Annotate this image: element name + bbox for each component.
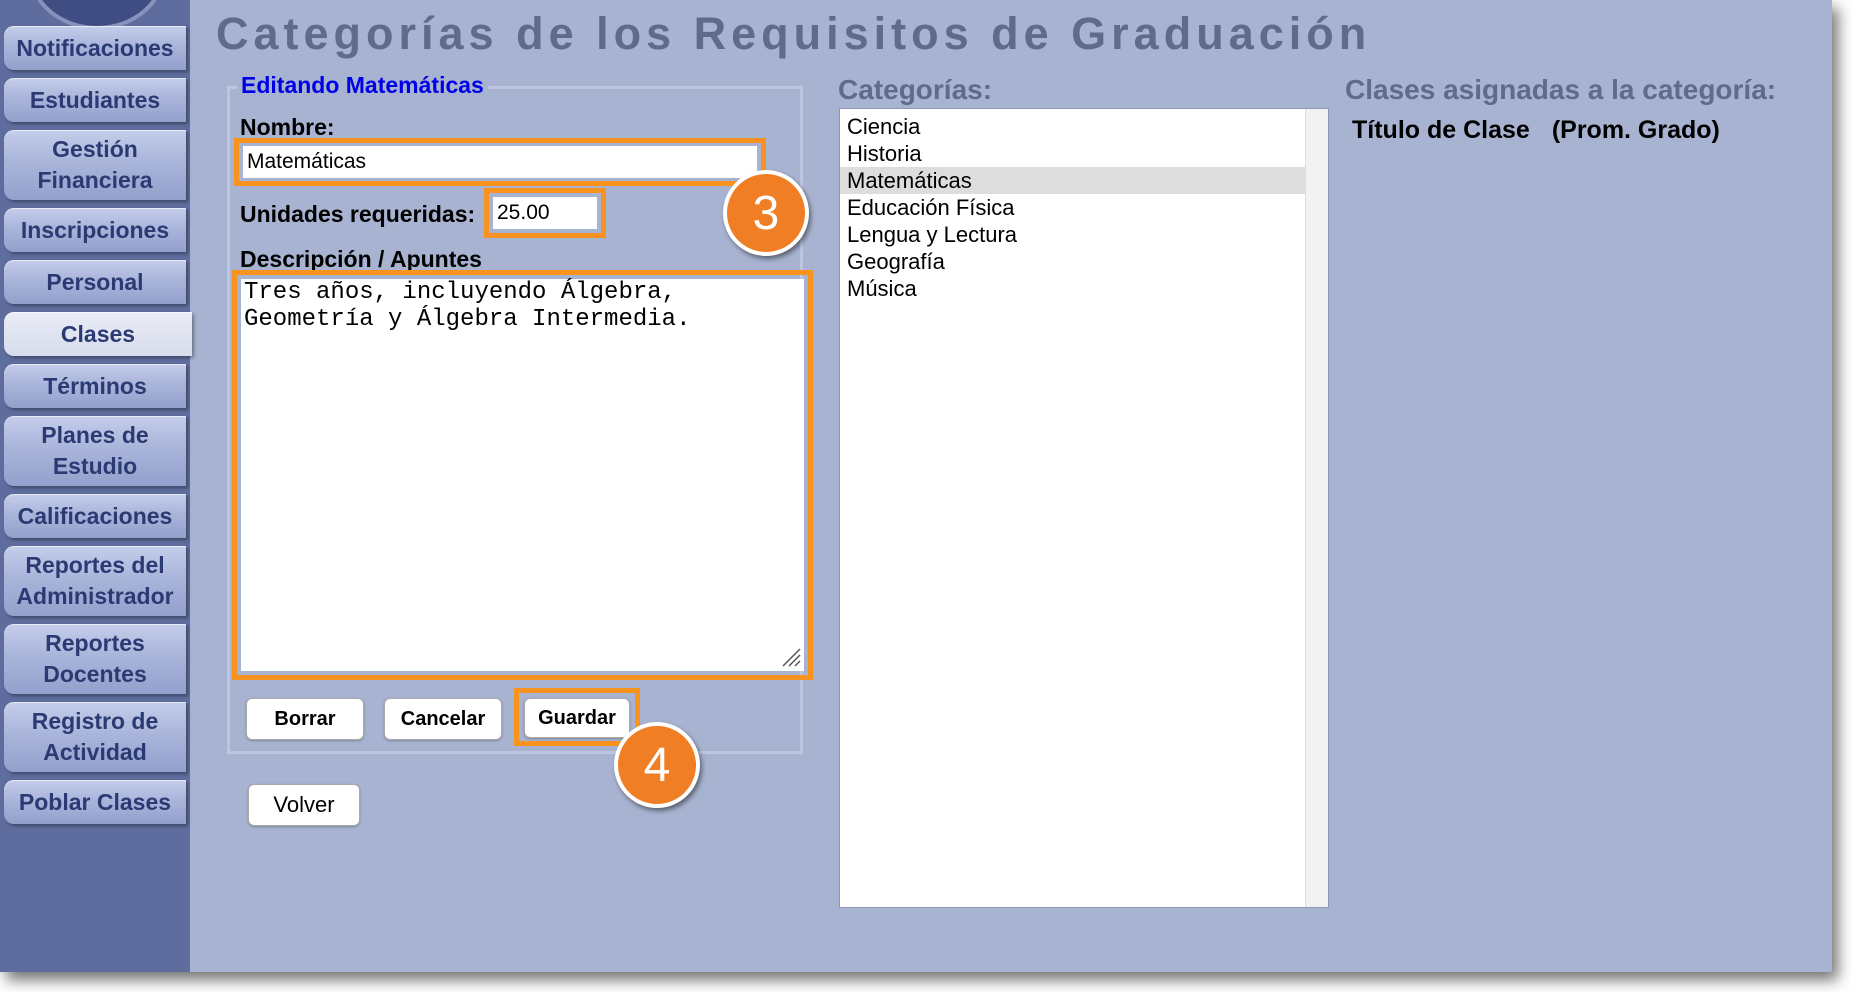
description-label: Descripción / Apuntes: [240, 246, 482, 272]
main-content: Categorías de los Requisitos de Graduaci…: [190, 0, 1832, 972]
sidebar-item-label: Términos: [43, 372, 147, 399]
app-window: Notificaciones Estudiantes Gestión Finan…: [0, 0, 1832, 972]
sidebar-item-calificaciones[interactable]: Calificaciones: [4, 494, 186, 538]
list-item[interactable]: Geografía: [840, 248, 1306, 275]
assigned-classes-header: Título de Clase (Prom. Grado): [1352, 116, 1720, 145]
list-item[interactable]: Educación Física: [840, 194, 1306, 221]
column-avg-header: (Prom. Grado): [1551, 116, 1720, 144]
sidebar-item-terminos[interactable]: Términos: [4, 364, 186, 408]
resize-grip-icon[interactable]: [781, 647, 801, 667]
edit-legend: Editando Matemáticas: [237, 72, 488, 99]
list-item[interactable]: Música: [840, 275, 1306, 302]
units-label: Unidades requeridas:: [240, 201, 476, 227]
step-3-badge: 3: [723, 170, 809, 256]
assigned-classes-heading: Clases asignadas a la categoría:: [1345, 74, 1777, 105]
list-item[interactable]: Historia: [840, 140, 1306, 167]
list-item[interactable]: Ciencia: [840, 113, 1306, 140]
column-title-header: Título de Clase: [1352, 116, 1530, 144]
sidebar: Notificaciones Estudiantes Gestión Finan…: [0, 0, 192, 972]
sidebar-item-label: Calificaciones: [17, 502, 173, 529]
sidebar-item-label: Notificaciones: [16, 34, 174, 61]
sidebar-item-label: Inscripciones: [20, 216, 170, 243]
sidebar-item-label: Gestión Financiera: [37, 136, 153, 193]
listbox-scrollbar[interactable]: [1305, 109, 1328, 907]
sidebar-item-label: Planes de Estudio: [41, 422, 149, 479]
categories-listbox[interactable]: Ciencia Historia Matemáticas Educación F…: [839, 108, 1329, 908]
sidebar-item-gestion-financiera[interactable]: Gestión Financiera: [4, 130, 186, 200]
name-label: Nombre:: [240, 114, 335, 140]
delete-button[interactable]: Borrar: [246, 698, 364, 740]
sidebar-item-estudiantes[interactable]: Estudiantes: [4, 78, 186, 122]
sidebar-item-label: Reportes del Administrador: [16, 552, 174, 609]
sidebar-item-label: Estudiantes: [29, 86, 161, 113]
units-input[interactable]: [493, 197, 597, 229]
list-item[interactable]: Lengua y Lectura: [840, 221, 1306, 248]
sidebar-item-clases[interactable]: Clases: [4, 312, 192, 356]
sidebar-item-label: Reportes Docentes: [43, 630, 147, 687]
cancel-button[interactable]: Cancelar: [384, 698, 502, 740]
sidebar-item-planes-de-estudio[interactable]: Planes de Estudio: [4, 416, 186, 486]
save-button[interactable]: Guardar: [524, 698, 630, 738]
sidebar-item-registro-actividad[interactable]: Registro de Actividad: [4, 702, 186, 772]
back-button[interactable]: Volver: [248, 784, 360, 826]
sidebar-item-poblar-clases[interactable]: Poblar Clases: [4, 780, 186, 824]
sidebar-item-notificaciones[interactable]: Notificaciones: [4, 26, 186, 70]
sidebar-item-reportes-docentes[interactable]: Reportes Docentes: [4, 624, 186, 694]
page-title: Categorías de los Requisitos de Graduaci…: [216, 8, 1372, 59]
step-4-badge: 4: [614, 722, 700, 808]
sidebar-item-label: Clases: [60, 320, 136, 347]
sidebar-item-label: Personal: [46, 268, 144, 295]
sidebar-item-label: Registro de Actividad: [31, 708, 159, 765]
categories-heading: Categorías:: [838, 74, 993, 105]
list-item-selected[interactable]: Matemáticas: [840, 167, 1306, 194]
sidebar-item-personal[interactable]: Personal: [4, 260, 186, 304]
sidebar-item-inscripciones[interactable]: Inscripciones: [4, 208, 186, 252]
sidebar-item-label: Poblar Clases: [18, 788, 172, 815]
name-input[interactable]: [243, 146, 757, 178]
sidebar-item-reportes-administrador[interactable]: Reportes del Administrador: [4, 546, 186, 616]
description-textarea[interactable]: Tres años, incluyendo Álgebra, Geometría…: [241, 279, 804, 671]
